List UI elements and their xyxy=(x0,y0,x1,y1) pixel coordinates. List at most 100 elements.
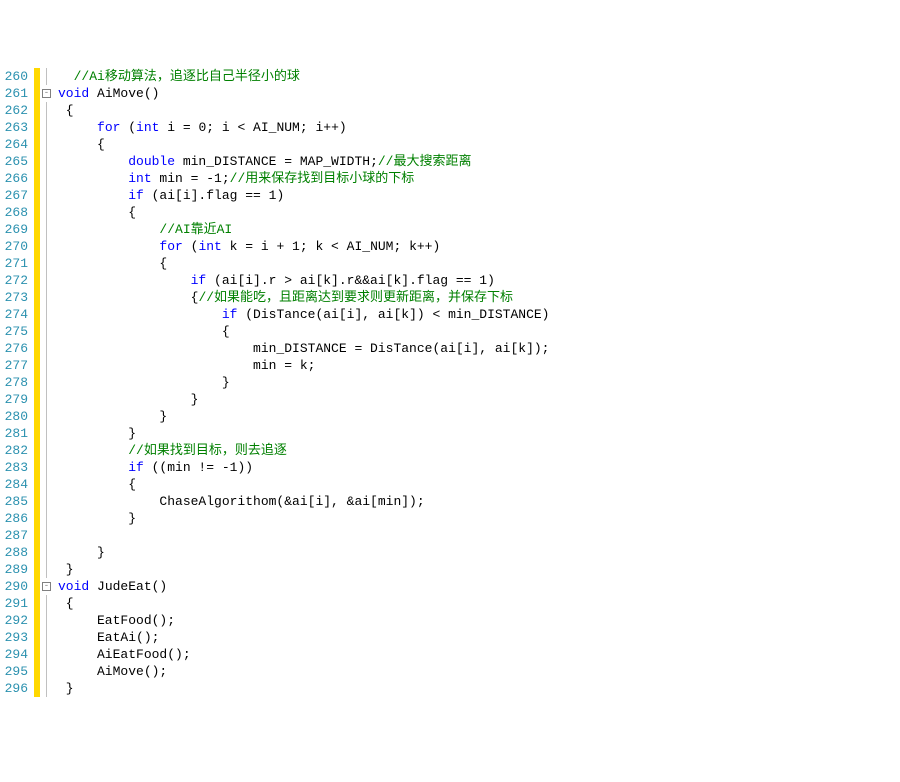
line-number: 279 xyxy=(0,391,28,408)
fold-cell xyxy=(40,561,54,578)
code-line[interactable]: { xyxy=(58,255,550,272)
code-line[interactable] xyxy=(58,527,550,544)
code-token: ( xyxy=(183,239,199,254)
line-number: 290 xyxy=(0,578,28,595)
code-line[interactable]: EatFood(); xyxy=(58,612,550,629)
code-line[interactable]: void JudeEat() xyxy=(58,578,550,595)
code-token: //用来保存找到目标小球的下标 xyxy=(230,171,415,186)
fold-cell xyxy=(40,102,54,119)
code-line[interactable]: min_DISTANCE = DisTance(ai[i], ai[k]); xyxy=(58,340,550,357)
fold-cell xyxy=(40,425,54,442)
code-line[interactable]: if (DisTance(ai[i], ai[k]) < min_DISTANC… xyxy=(58,306,550,323)
code-line[interactable]: } xyxy=(58,391,550,408)
code-editor[interactable]: 2602612622632642652662672682692702712722… xyxy=(0,68,900,697)
code-token: (ai[i].flag == 1) xyxy=(144,188,284,203)
code-token: min = k; xyxy=(58,358,315,373)
code-token: for xyxy=(159,239,182,254)
code-token xyxy=(58,307,222,322)
code-line[interactable]: } xyxy=(58,374,550,391)
code-line[interactable]: for (int k = i + 1; k < AI_NUM; k++) xyxy=(58,238,550,255)
code-line[interactable]: int min = -1;//用来保存找到目标小球的下标 xyxy=(58,170,550,187)
line-number: 260 xyxy=(0,68,28,85)
fold-cell[interactable]: - xyxy=(40,85,54,102)
fold-cell xyxy=(40,289,54,306)
code-line[interactable]: {//如果能吃，且距离达到要求则更新距离，并保存下标 xyxy=(58,289,550,306)
code-line[interactable]: void AiMove() xyxy=(58,85,550,102)
code-token: EatAi(); xyxy=(58,630,159,645)
code-line[interactable]: if (ai[i].r > ai[k].r&&ai[k].flag == 1) xyxy=(58,272,550,289)
code-token: } xyxy=(58,392,198,407)
line-number: 262 xyxy=(0,102,28,119)
code-line[interactable]: ChaseAlgorithom(&ai[i], &ai[min]); xyxy=(58,493,550,510)
line-number: 261 xyxy=(0,85,28,102)
code-line[interactable]: } xyxy=(58,680,550,697)
code-token: { xyxy=(58,137,105,152)
line-number: 276 xyxy=(0,340,28,357)
code-token xyxy=(58,188,128,203)
fold-cell xyxy=(40,527,54,544)
code-line[interactable]: { xyxy=(58,595,550,612)
code-line[interactable]: } xyxy=(58,425,550,442)
code-content[interactable]: //Ai移动算法，追逐比自己半径小的球void AiMove() { for (… xyxy=(54,68,550,697)
code-line[interactable]: double min_DISTANCE = MAP_WIDTH;//最大搜索距离 xyxy=(58,153,550,170)
code-line[interactable]: AiEatFood(); xyxy=(58,646,550,663)
line-number: 293 xyxy=(0,629,28,646)
fold-cell xyxy=(40,221,54,238)
fold-cell xyxy=(40,374,54,391)
code-line[interactable]: for (int i = 0; i < AI_NUM; i++) xyxy=(58,119,550,136)
code-line[interactable]: } xyxy=(58,510,550,527)
code-line[interactable]: //如果找到目标，则去追逐 xyxy=(58,442,550,459)
line-number: 295 xyxy=(0,663,28,680)
code-line[interactable]: { xyxy=(58,476,550,493)
code-token: JudeEat() xyxy=(89,579,167,594)
fold-cell xyxy=(40,323,54,340)
fold-cell xyxy=(40,459,54,476)
code-token xyxy=(58,239,159,254)
line-number: 294 xyxy=(0,646,28,663)
line-number: 278 xyxy=(0,374,28,391)
code-line[interactable]: } xyxy=(58,544,550,561)
code-line[interactable]: { xyxy=(58,204,550,221)
fold-cell xyxy=(40,204,54,221)
fold-cell xyxy=(40,612,54,629)
fold-cell xyxy=(40,68,54,85)
line-number: 272 xyxy=(0,272,28,289)
code-token: void xyxy=(58,86,89,101)
line-number: 284 xyxy=(0,476,28,493)
fold-cell xyxy=(40,646,54,663)
code-line[interactable]: //Ai移动算法，追逐比自己半径小的球 xyxy=(58,68,550,85)
line-number: 271 xyxy=(0,255,28,272)
code-token: double xyxy=(128,154,175,169)
code-line[interactable]: EatAi(); xyxy=(58,629,550,646)
code-line[interactable]: } xyxy=(58,561,550,578)
line-number: 268 xyxy=(0,204,28,221)
code-token: for xyxy=(97,120,120,135)
fold-toggle-icon[interactable]: - xyxy=(42,582,51,591)
code-token xyxy=(58,273,191,288)
fold-cell xyxy=(40,680,54,697)
code-line[interactable]: if (ai[i].flag == 1) xyxy=(58,187,550,204)
fold-cell[interactable]: - xyxy=(40,578,54,595)
fold-gutter[interactable]: -- xyxy=(40,68,54,697)
fold-cell xyxy=(40,391,54,408)
code-token: { xyxy=(58,290,198,305)
code-line[interactable]: { xyxy=(58,136,550,153)
line-number: 282 xyxy=(0,442,28,459)
code-token: } xyxy=(58,545,105,560)
code-line[interactable]: AiMove(); xyxy=(58,663,550,680)
fold-cell xyxy=(40,629,54,646)
code-line[interactable]: { xyxy=(58,323,550,340)
fold-toggle-icon[interactable]: - xyxy=(42,89,51,98)
code-token: k = i + 1; k < AI_NUM; k++) xyxy=(222,239,440,254)
code-token: i = 0; i < AI_NUM; i++) xyxy=(159,120,346,135)
line-number: 296 xyxy=(0,680,28,697)
code-line[interactable]: //AI靠近AI xyxy=(58,221,550,238)
code-line[interactable]: } xyxy=(58,408,550,425)
code-token: //如果能吃，且距离达到要求则更新距离，并保存下标 xyxy=(198,290,513,305)
fold-cell xyxy=(40,187,54,204)
code-line[interactable]: min = k; xyxy=(58,357,550,374)
code-line[interactable]: if ((min != -1)) xyxy=(58,459,550,476)
code-token: //如果找到目标，则去追逐 xyxy=(128,443,287,458)
code-line[interactable]: { xyxy=(58,102,550,119)
code-token xyxy=(58,171,128,186)
